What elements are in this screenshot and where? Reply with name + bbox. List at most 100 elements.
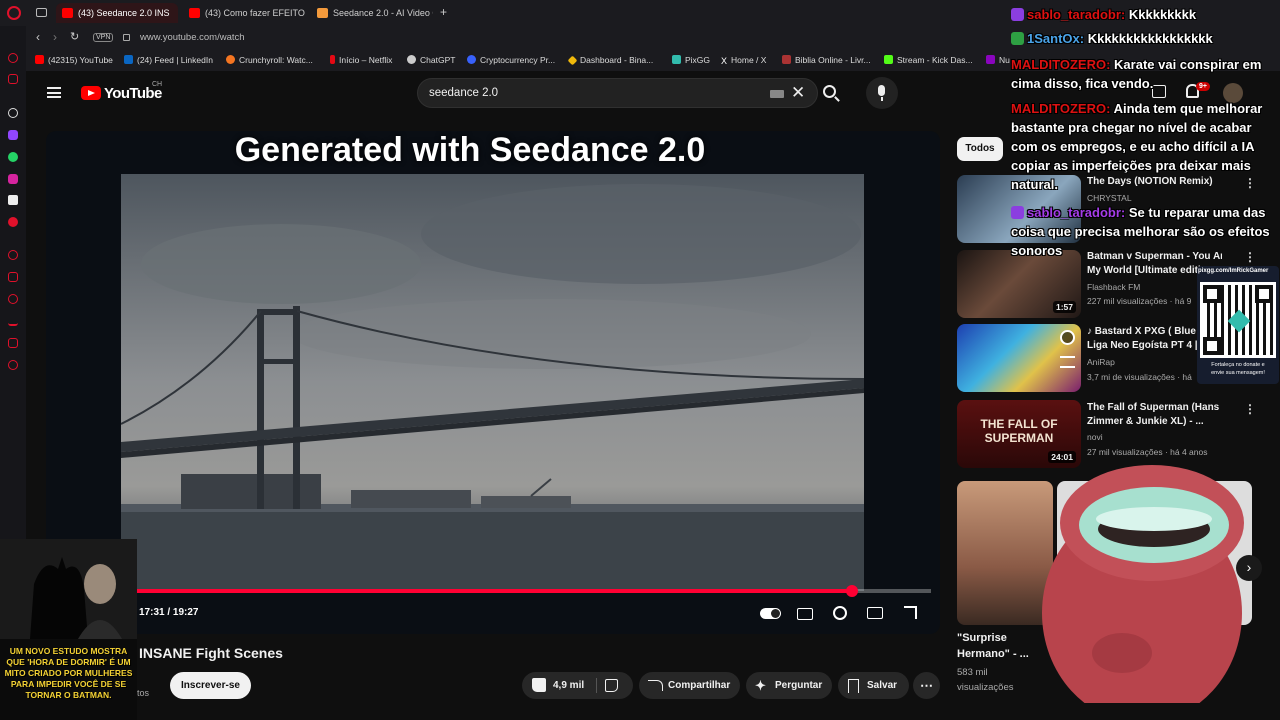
dislike-icon[interactable] (605, 679, 618, 692)
ask-button[interactable]: ✦ Perguntar (746, 672, 832, 699)
sidebar-whatsapp-icon[interactable] (8, 152, 18, 162)
twitch-badge-icon (1011, 8, 1024, 21)
logo-country-code: CH (152, 81, 163, 88)
youtube-logo-icon[interactable] (81, 86, 101, 100)
back-icon[interactable]: ‹ (36, 30, 40, 44)
bookmark-binance[interactable]: Dashboard - Bina... (567, 55, 654, 66)
tab-seedance-insane[interactable]: (43) Seedance 2.0 INS (56, 3, 178, 23)
sidebar-settings-icon[interactable] (8, 360, 18, 370)
bookmark-label: ChatGPT (420, 55, 456, 65)
video-thumbnail[interactable]: THE FALL OF SUPERMAN 24:01 (957, 400, 1081, 468)
vpn-badge[interactable]: VPN (93, 33, 114, 42)
short-views-line2: visualizações (957, 682, 1014, 693)
bookmark-kick[interactable]: Stream - Kick Das... (884, 55, 973, 65)
rec-title[interactable]: The Fall of Superman (Hans (1087, 401, 1222, 415)
save-button[interactable]: Salvar (838, 672, 909, 699)
filter-chip-all[interactable]: Todos (957, 137, 1003, 161)
rec-channel[interactable]: CHRYSTAL (1087, 193, 1132, 203)
bookmark-label: Cryptocurrency Pr... (480, 55, 556, 65)
reload-icon[interactable]: ↻ (70, 30, 79, 43)
bookmark-linkedin[interactable]: (24) Feed | LinkedIn (124, 55, 213, 65)
bookmark-label: (42315) YouTube (48, 55, 113, 65)
rec-channel[interactable]: novi (1087, 432, 1103, 442)
new-tab-button[interactable]: + (440, 5, 447, 19)
chat-text: Kkkkkkkkkkkkkkkkk (1087, 31, 1213, 46)
bookmark-coinmarketcap[interactable]: Cryptocurrency Pr... (467, 55, 555, 65)
url-field[interactable]: www.youtube.com/watch (140, 32, 245, 43)
opera-logo-icon[interactable] (7, 6, 21, 20)
settings-icon[interactable] (833, 606, 847, 620)
sidebar-player-icon[interactable] (8, 250, 18, 260)
sidebar-pinboard-icon[interactable] (8, 272, 18, 282)
bookmark-pixgg[interactable]: PixGG (672, 55, 710, 65)
share-label: Compartilhar (668, 680, 731, 691)
video-thumbnail[interactable] (957, 324, 1081, 392)
rec-menu-icon[interactable]: ⋮ (1244, 402, 1256, 416)
like-count[interactable]: 4,9 mil (553, 672, 584, 699)
short-title-line2[interactable]: Hermano" - ... (957, 648, 1029, 660)
bookmark-biblia[interactable]: Biblia Online - Livr... (782, 55, 871, 65)
sidebar-history-icon[interactable] (8, 294, 18, 304)
sidebar-music-icon[interactable] (8, 217, 18, 227)
autoplay-toggle[interactable] (760, 608, 781, 619)
ask-label: Perguntar (775, 680, 823, 691)
like-icon[interactable] (532, 678, 546, 692)
forward-icon[interactable]: › (53, 30, 57, 44)
sidebar-chatgpt-icon[interactable] (8, 108, 18, 118)
bookmark-netflix[interactable]: Início – Netflix (330, 55, 392, 65)
tab-overview-icon[interactable] (36, 8, 47, 17)
clear-search-icon[interactable]: ✕ (791, 83, 805, 103)
bookmark-youtube[interactable]: (42315) YouTube (35, 55, 113, 65)
theater-mode-icon[interactable] (867, 607, 883, 619)
add-to-queue-icon[interactable] (1060, 356, 1075, 368)
bookmark-crunchyroll[interactable]: Crunchyroll: Watc... (226, 55, 313, 65)
tab-como-fazer-efeito[interactable]: (43) Como fazer EFEITO F (183, 3, 305, 23)
bookmark-label: Dashboard - Bina... (580, 55, 654, 65)
search-box[interactable]: seedance 2.0 ✕ (417, 78, 818, 108)
search-input[interactable]: seedance 2.0 (429, 87, 498, 99)
progress-bar[interactable] (136, 585, 931, 597)
bookmark-x[interactable]: X Home / X (721, 55, 766, 66)
bookmark-label: Início – Netflix (339, 55, 393, 65)
sidebar-instagram-icon[interactable] (8, 174, 18, 184)
keyboard-icon[interactable] (770, 90, 784, 98)
more-actions-button[interactable]: ⋯ (913, 672, 940, 699)
video-thumbnail[interactable]: 1:57 (957, 250, 1081, 318)
video-overlay-title: Generated with Seedance 2.0 (234, 131, 706, 169)
menu-icon[interactable] (47, 87, 61, 98)
bookmark-chatgpt[interactable]: ChatGPT (407, 55, 455, 65)
watch-later-icon[interactable] (1060, 330, 1075, 345)
bookmark-icon (848, 679, 859, 693)
tab-seedance-ai-video[interactable]: Seedance 2.0 - AI Video G (311, 3, 433, 23)
bookmark-label: Nu (999, 55, 1010, 65)
subtitles-icon[interactable] (797, 608, 813, 620)
sidebar-aria-icon[interactable] (8, 74, 18, 84)
sidebar-twitch-icon[interactable] (8, 130, 18, 140)
sidebar-reload-icon[interactable] (8, 53, 18, 63)
sidebar-tiktok-icon[interactable] (8, 195, 18, 205)
video-player[interactable]: Generated with Seedance 2.0 17:31 / 19:2… (46, 131, 940, 634)
rec-channel[interactable]: AniRap (1087, 357, 1115, 367)
channel-subscriber-text: itos (135, 688, 150, 698)
subscribe-button[interactable]: Inscrever-se (170, 672, 251, 699)
voice-search-icon[interactable] (866, 77, 898, 109)
progress-scrubber-handle[interactable] (845, 585, 858, 597)
sidebar-downloads-icon[interactable] (8, 316, 18, 326)
bookmark-nu[interactable]: Nu (986, 55, 1010, 65)
fullscreen-icon[interactable] (904, 606, 917, 619)
rec-title-line2[interactable]: Zimmer & Junkie XL) - ... (1087, 415, 1222, 429)
sidebar-extensions-icon[interactable] (8, 338, 18, 348)
meme-caption: UM NOVO ESTUDO MOSTRA QUE 'HORA DE DORMI… (4, 646, 133, 700)
bookmark-label: Crunchyroll: Watc... (239, 55, 313, 65)
share-button[interactable]: Compartilhar (639, 672, 740, 699)
binance-icon (567, 55, 578, 66)
chat-message: sablo_taradobr: Se tu reparar uma das co… (1011, 203, 1273, 260)
chat-message: 1SantOx: Kkkkkkkkkkkkkkkkk (1011, 29, 1273, 48)
short-title[interactable]: "Surprise (957, 632, 1007, 644)
x-icon: X (721, 56, 728, 66)
chat-message: sablo_taradobr: Kkkkkkkkk (1011, 5, 1273, 24)
more-icon: ⋯ (920, 678, 933, 693)
bible-icon (782, 55, 791, 64)
rec-channel[interactable]: Flashback FM (1087, 282, 1140, 292)
tab-label: Seedance 2.0 - AI Video G (333, 8, 433, 18)
